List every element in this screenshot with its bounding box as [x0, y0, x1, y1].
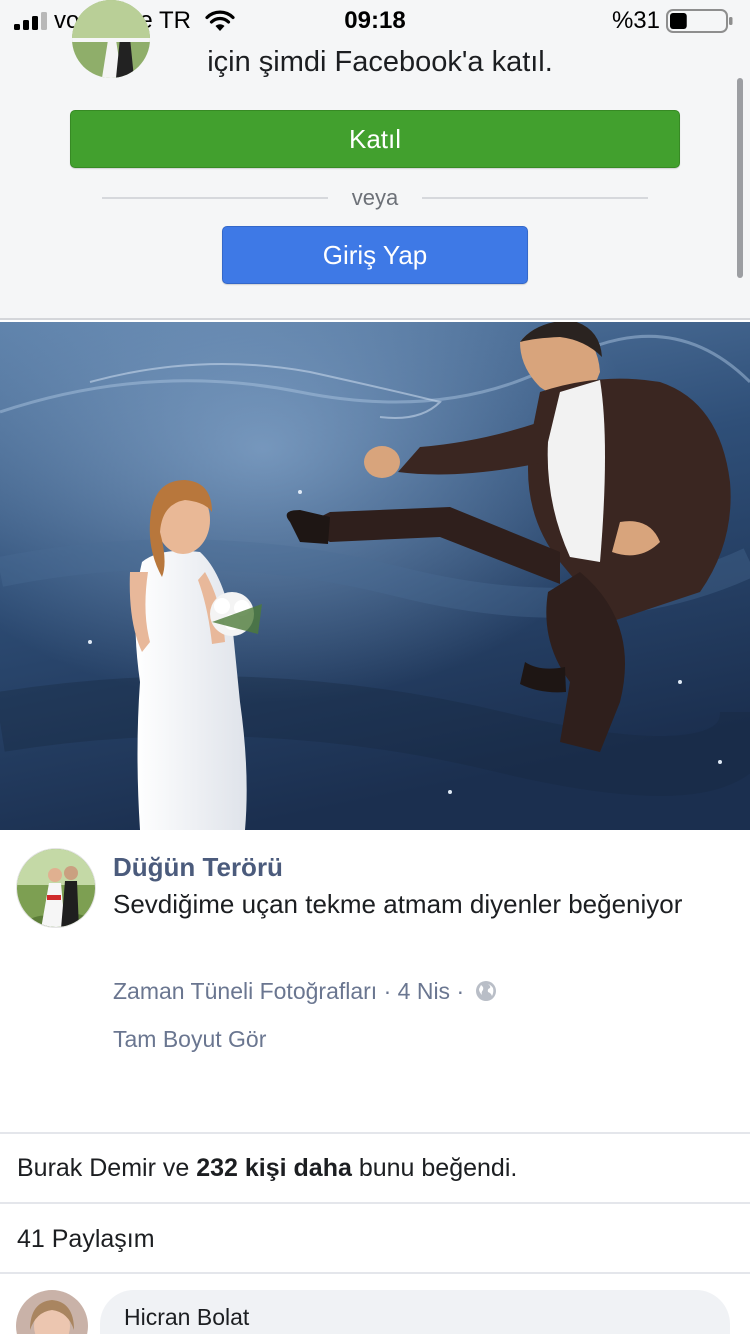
- meta-separator: ·: [383, 978, 392, 1004]
- shares-summary[interactable]: 41 Paylaşım: [0, 1202, 750, 1272]
- comment: Hicran Bolat: [0, 1272, 750, 1334]
- likes-count[interactable]: 232 kişi daha: [196, 1154, 352, 1182]
- post-meta: Zaman Tüneli Fotoğrafları · 4 Nis ·: [113, 978, 497, 1005]
- commenter-avatar[interactable]: [16, 1290, 88, 1334]
- likes-and: ve: [162, 1154, 190, 1182]
- author-name-link[interactable]: Düğün Terörü: [113, 852, 283, 883]
- likes-suffix: bunu beğendi.: [358, 1154, 518, 1182]
- battery-percentage: %31: [611, 7, 660, 34]
- post-caption: Sevdiğime uçan tekme atmam diyenler beğe…: [113, 889, 683, 919]
- liker-name[interactable]: Burak Demir: [17, 1154, 156, 1182]
- join-prompt-text: için şimdi Facebook'a katıl.: [207, 46, 553, 78]
- shares-count: 41 Paylaşım: [17, 1225, 155, 1253]
- commenter-name[interactable]: Hicran Bolat: [124, 1304, 249, 1331]
- battery-icon: [666, 9, 733, 33]
- divider-line-right: [422, 197, 648, 199]
- album-link[interactable]: Zaman Tüneli Fotoğrafları: [113, 978, 377, 1004]
- join-button[interactable]: Katıl: [70, 110, 680, 168]
- join-facebook-panel: için şimdi Facebook'a katıl. Katıl veya …: [0, 0, 750, 320]
- likes-summary[interactable]: Burak Demir ve 232 kişi daha bunu beğend…: [0, 1132, 750, 1202]
- author-avatar[interactable]: [16, 848, 96, 928]
- post-photo[interactable]: [0, 322, 750, 830]
- view-full-size-link[interactable]: Tam Boyut Gör: [113, 1026, 266, 1053]
- scrollbar[interactable]: [737, 78, 743, 278]
- post-date[interactable]: 4 Nis: [398, 978, 450, 1004]
- comment-bubble: Hicran Bolat: [100, 1290, 730, 1334]
- globe-icon: [475, 981, 496, 1001]
- meta-separator: ·: [456, 978, 465, 1004]
- post-details: Düğün Terörü Sevdiğime uçan tekme atmam …: [0, 830, 750, 1130]
- login-button[interactable]: Giriş Yap: [222, 226, 528, 284]
- likes-text: Burak Demir ve 232 kişi daha bunu beğend…: [17, 1154, 517, 1183]
